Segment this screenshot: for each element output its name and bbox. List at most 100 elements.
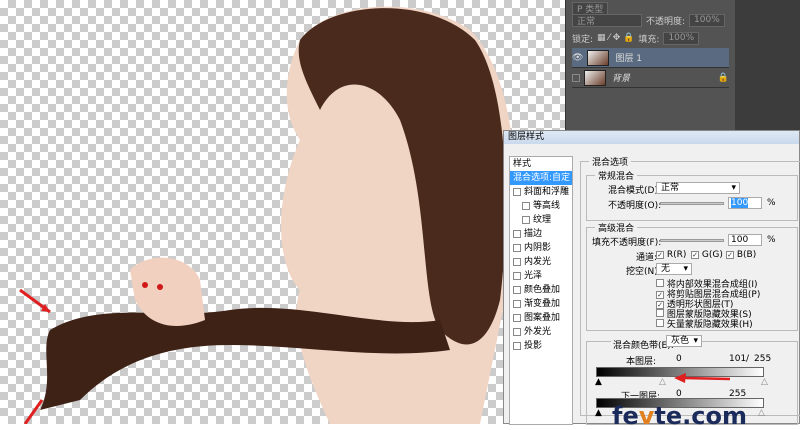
checkbox[interactable]	[513, 342, 521, 350]
document-canvas[interactable]	[0, 0, 565, 424]
layer-row[interactable]: 👁 图层 1	[572, 48, 729, 68]
layer-row[interactable]: 背景 🔒	[572, 68, 729, 88]
opacity-value: 100	[731, 198, 749, 208]
fill-opacity-label: 填充不透明度(F):	[592, 238, 662, 248]
style-label: 斜面和浮雕	[524, 187, 570, 197]
percent-label: %	[767, 198, 776, 208]
layer-name: 图层 1	[615, 54, 643, 64]
style-item[interactable]: 等高线	[510, 199, 572, 213]
eye-icon[interactable]: 👁	[572, 53, 583, 63]
chevron-down-icon: ▾	[693, 336, 698, 346]
panel-dock	[735, 0, 800, 130]
layer-style-dialog: 图层样式 样式 混合选项:自定 斜面和浮雕 等高线 纹理 描边 内阴影 内发光 …	[503, 130, 800, 425]
knockout-value: 无	[661, 264, 671, 274]
slider-handle[interactable]: △	[761, 377, 768, 387]
fill-opacity-input[interactable]: 100	[728, 234, 762, 246]
fill-opacity-slider[interactable]	[660, 239, 724, 242]
style-label: 内阴影	[524, 243, 552, 253]
style-label: 光泽	[524, 271, 543, 281]
checkbox[interactable]	[522, 202, 530, 210]
opacity-label: 不透明度(O):	[608, 201, 662, 211]
blend-if-select[interactable]: 灰色 ▾	[666, 335, 702, 347]
lock-icon: 🔒	[717, 72, 729, 83]
style-item[interactable]: 内发光	[510, 255, 572, 269]
blend-mode-label: 混合模式(D):	[608, 186, 661, 196]
blend-mode-value: 正常	[661, 183, 680, 193]
style-item[interactable]: 投影	[510, 339, 572, 353]
this-layer-low: 0	[676, 354, 682, 364]
group-title: 混合选项	[589, 155, 632, 168]
blend-mode-select[interactable]: 正常 ▾	[656, 182, 740, 194]
opacity-input[interactable]: 100%	[689, 13, 725, 27]
visibility-toggle[interactable]	[572, 73, 580, 82]
style-item[interactable]: 图案叠加	[510, 311, 572, 325]
red-arrow-icon	[674, 373, 730, 383]
channel-r[interactable]: ✓ R(R)	[656, 250, 686, 260]
slider-handle[interactable]: ▲	[595, 377, 602, 387]
this-layer-label: 本图层:	[626, 357, 657, 367]
slash: /	[746, 354, 750, 364]
style-label: 描边	[524, 229, 543, 239]
checkbox[interactable]	[513, 188, 521, 196]
style-label: 纹理	[533, 215, 552, 225]
this-layer-high: 101	[729, 354, 747, 364]
checkbox[interactable]	[513, 272, 521, 280]
checkbox[interactable]	[513, 300, 521, 308]
fill-label: 填充:	[638, 34, 660, 45]
style-item[interactable]: 光泽	[510, 269, 572, 283]
layer-name: 背景	[612, 74, 631, 84]
chevron-down-icon: ▾	[683, 264, 688, 274]
style-item[interactable]: 颜色叠加	[510, 283, 572, 297]
checkbox[interactable]	[522, 216, 530, 224]
style-item[interactable]: 描边	[510, 227, 572, 241]
channel-b[interactable]: ✓ B(B)	[726, 250, 756, 260]
knockout-select[interactable]: 无 ▾	[656, 263, 692, 275]
style-label: 投影	[524, 341, 543, 351]
style-item[interactable]: 斜面和浮雕	[510, 185, 572, 199]
portrait-image	[19, 6, 517, 424]
this-layer-high2: 255	[754, 354, 772, 364]
style-item-blend-options[interactable]: 混合选项:自定	[510, 171, 572, 185]
channels-label: 通道:	[636, 253, 658, 263]
style-label: 内发光	[524, 257, 552, 267]
option-checkbox[interactable]: 矢量蒙版隐藏效果(H)	[656, 317, 753, 330]
opacity-label: 不透明度:	[646, 16, 686, 27]
style-item[interactable]: 纹理	[510, 213, 572, 227]
lock-row: 锁定: ▦ ⁄ ✥ 🔒 填充: 100%	[572, 30, 729, 46]
fill-input[interactable]: 100%	[663, 31, 700, 45]
checkbox[interactable]	[513, 286, 521, 294]
percent-label: %	[767, 235, 776, 245]
style-label: 等高线	[533, 201, 561, 211]
style-item[interactable]: 样式	[510, 157, 572, 171]
layer-thumbnail	[584, 69, 606, 86]
slider-handle[interactable]: ▲	[595, 408, 602, 418]
watermark: fevte.com	[612, 402, 747, 430]
dialog-title: 图层样式	[504, 131, 799, 144]
opacity-slider[interactable]	[660, 202, 724, 205]
lock-label: 锁定:	[572, 34, 594, 45]
channel-g[interactable]: ✓ G(G)	[691, 250, 723, 260]
checkbox[interactable]	[513, 314, 521, 322]
style-label: 颜色叠加	[524, 285, 561, 295]
style-label: 图案叠加	[524, 313, 561, 323]
group-title: 常规混合	[595, 169, 638, 182]
blend-if-value: 灰色	[671, 336, 690, 346]
layers-panel: P 类型 正常 不透明度: 100% 锁定: ▦ ⁄ ✥ 🔒 填充: 100% …	[565, 0, 735, 130]
slider-handle[interactable]: △	[659, 377, 666, 387]
checkbox[interactable]	[513, 258, 521, 266]
style-item[interactable]: 外发光	[510, 325, 572, 339]
blend-mode-select[interactable]: 正常	[572, 13, 642, 27]
style-label: 渐变叠加	[524, 299, 561, 309]
group-title: 高级混合	[595, 221, 638, 234]
checkbox[interactable]	[513, 244, 521, 252]
chevron-down-icon: ▾	[731, 183, 736, 193]
checkbox[interactable]	[513, 230, 521, 238]
opacity-input[interactable]: 100	[728, 197, 762, 209]
style-item[interactable]: 内阴影	[510, 241, 572, 255]
slider-handle[interactable]: △	[758, 408, 765, 418]
style-item[interactable]: 渐变叠加	[510, 297, 572, 311]
style-label: 外发光	[524, 327, 552, 337]
checkbox[interactable]	[513, 328, 521, 336]
styles-list: 样式 混合选项:自定 斜面和浮雕 等高线 纹理 描边 内阴影 内发光 光泽 颜色…	[509, 156, 573, 425]
lock-icons[interactable]: ▦ ⁄ ✥ 🔒	[597, 33, 634, 43]
